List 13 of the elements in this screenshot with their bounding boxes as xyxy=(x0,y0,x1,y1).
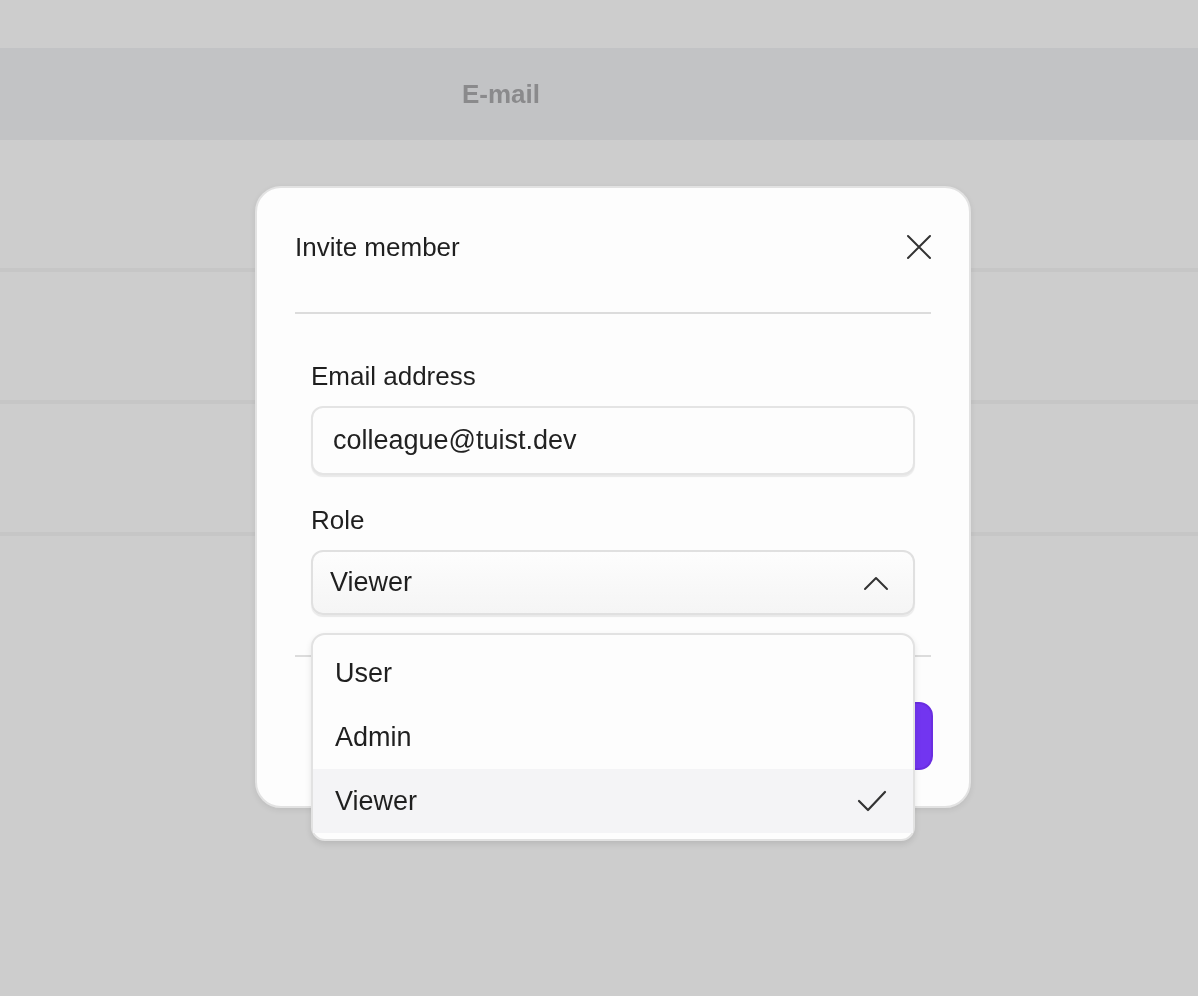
checkmark-icon xyxy=(857,790,887,812)
dropdown-option[interactable]: Admin xyxy=(313,705,913,769)
chevron-up-icon xyxy=(863,574,889,591)
role-select[interactable]: Viewer xyxy=(311,550,915,615)
close-button[interactable] xyxy=(906,234,932,260)
dropdown-option[interactable]: Viewer xyxy=(313,769,913,833)
email-field[interactable]: colleague@tuist.dev xyxy=(311,406,915,475)
close-icon xyxy=(906,234,932,260)
column-header: E-mail xyxy=(462,78,541,110)
dialog-title: Invite member xyxy=(295,231,460,264)
field-label: Email address xyxy=(311,362,476,390)
dropdown-option[interactable]: User xyxy=(313,641,913,705)
field-label: Role xyxy=(311,506,365,534)
